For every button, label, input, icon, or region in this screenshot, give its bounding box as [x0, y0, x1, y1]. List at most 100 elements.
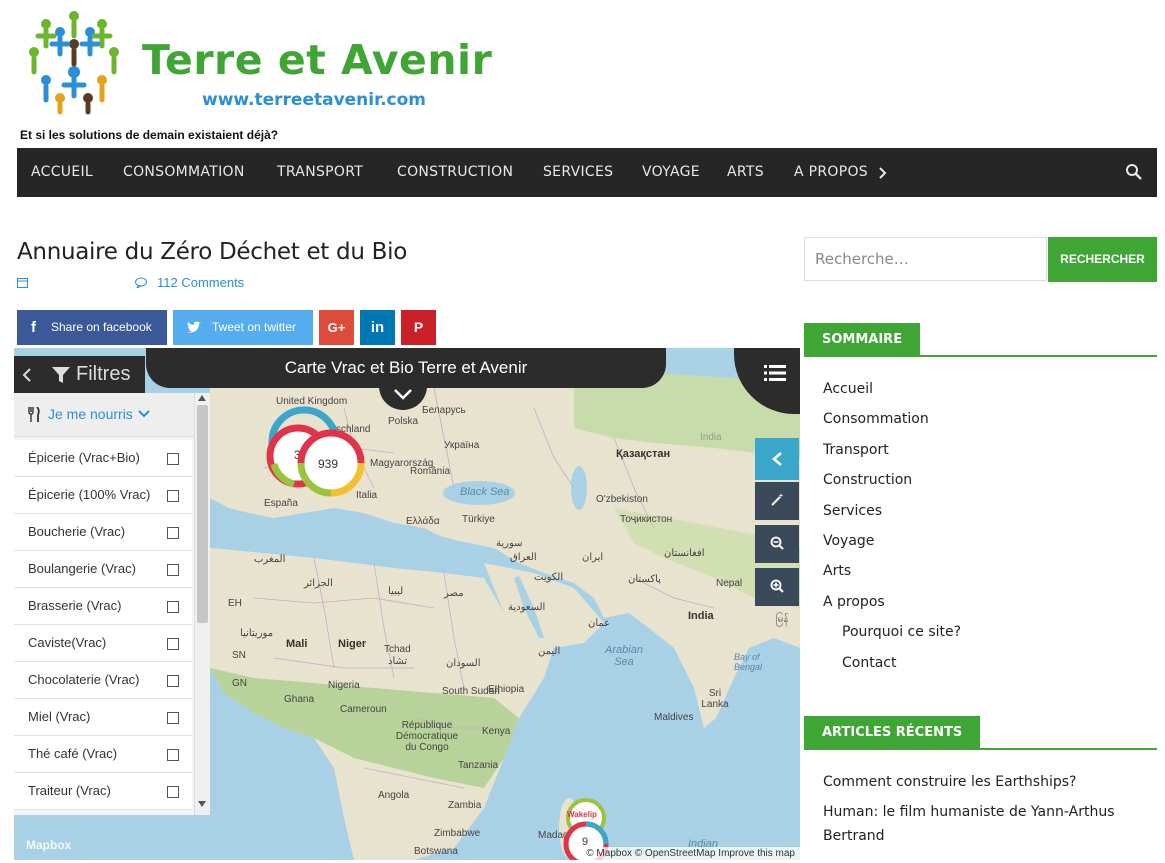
recent-article-link[interactable]: Human: le film humaniste de Yann-Arthus [823, 804, 1114, 820]
map-magic-button[interactable] [755, 482, 799, 520]
filter-item-label: Épicerie (100% Vrac) [28, 487, 151, 502]
filters-scroll-thumb[interactable] [197, 405, 208, 623]
nav-item-a-propos[interactable]: A PROPOS [794, 148, 868, 197]
filter-checkbox[interactable] [167, 638, 179, 650]
filter-checkbox[interactable] [167, 749, 179, 761]
site-tagline: Et si les solutions de demain existaient… [20, 128, 279, 142]
filter-checkbox[interactable] [167, 453, 179, 465]
share-facebook-label: Share on facebook [51, 320, 152, 334]
filter-item[interactable]: Boulangerie (Vrac) [14, 551, 192, 588]
map-label-nepal: Nepal [716, 578, 743, 589]
map-cluster-main-count[interactable]: 939 [318, 457, 338, 471]
share-linkedin-button[interactable]: in [360, 310, 395, 345]
sommaire-link-arts[interactable]: Arts [823, 563, 851, 579]
nav-item-accueil[interactable]: ACCUEIL [31, 148, 93, 197]
filter-item[interactable]: Épicerie (Vrac+Bio) [14, 440, 192, 477]
map-label-arabian-sea: Arabian Sea [605, 644, 643, 668]
filter-checkbox[interactable] [167, 712, 179, 724]
nav-item-voyage[interactable]: VOYAGE [642, 148, 700, 197]
share-twitter-button[interactable]: Tweet on twitter [173, 310, 313, 345]
filter-item[interactable]: Caviste(Vrac) [14, 625, 192, 662]
filters-header[interactable]: Filtres [14, 356, 145, 393]
map-attribution[interactable]: © Mapbox © OpenStreetMap Improve this ma… [581, 847, 800, 860]
filter-checkbox[interactable] [167, 786, 179, 798]
nav-item-transport[interactable]: TRANSPORT [277, 148, 363, 197]
map-label-yemen: اليمن [538, 646, 561, 657]
mapbox-logo[interactable]: Mapbox [26, 838, 71, 852]
map-panel-toggle-button[interactable] [755, 438, 799, 480]
share-pinterest-button[interactable]: P [401, 310, 436, 345]
chevron-down-icon [394, 389, 412, 400]
scroll-up-arrow-icon[interactable] [198, 395, 206, 401]
nav-item-arts[interactable]: ARTS [727, 148, 764, 197]
sommaire-link-transport[interactable]: Transport [823, 442, 889, 458]
search-input[interactable]: Recherche… [804, 237, 1047, 281]
magic-wand-icon [771, 493, 784, 506]
filter-item[interactable]: Boucherie (Vrac) [14, 514, 192, 551]
map-title: Carte Vrac et Bio Terre et Avenir [284, 358, 528, 377]
map-zoom-in-button[interactable] [755, 568, 799, 606]
recent-article-link-cont[interactable]: Bertrand [823, 828, 885, 844]
site-logo-globe[interactable] [16, 2, 132, 118]
sommaire-link-voyage[interactable]: Voyage [823, 533, 874, 549]
filter-item[interactable]: Thé café (Vrac) [14, 736, 192, 773]
filter-item-label: Chocolaterie (Vrac) [28, 672, 140, 687]
map-label-botswana: Botswana [414, 846, 458, 857]
scroll-down-arrow-icon[interactable] [198, 801, 206, 807]
recent-article-link[interactable]: Comment construire les Earthships? [823, 774, 1076, 790]
nav-item-construction[interactable]: CONSTRUCTION [397, 148, 513, 197]
zoom-in-icon [770, 579, 784, 593]
map-zoom-out-button[interactable] [755, 525, 799, 563]
filter-item-label: Thé café (Vrac) [28, 746, 118, 761]
map-label-pakistan: پاکستان [628, 574, 661, 585]
nav-item-consommation[interactable]: CONSOMMATION [123, 148, 245, 197]
filters-panel: Je me nourris Épicerie (Vrac+Bio) Épicer… [14, 393, 210, 815]
twitter-icon [187, 321, 201, 333]
sommaire-link-construction[interactable]: Construction [823, 472, 912, 488]
filter-item[interactable]: Brasserie (Vrac) [14, 588, 192, 625]
nav-item-services[interactable]: SERVICES [543, 148, 613, 197]
filter-item-label: Boulangerie (Vrac) [28, 561, 136, 576]
filter-checkbox[interactable] [167, 601, 179, 613]
sommaire-link-pourquoi[interactable]: Pourquoi ce site? [842, 624, 961, 640]
filter-checkbox[interactable] [167, 490, 179, 502]
filter-category-je-me-nourris[interactable]: Je me nourris [14, 393, 194, 437]
map-label-zimbabwe: Zimbabwe [434, 828, 481, 839]
map-label-zambia: Zambia [448, 800, 482, 811]
map-label-iran: ایران [582, 552, 604, 563]
sommaire-link-services[interactable]: Services [823, 503, 882, 519]
share-gplus-button[interactable]: G+ [319, 310, 354, 345]
page-title: Annuaire du Zéro Déchet et du Bio [17, 239, 407, 265]
comments-count-link[interactable]: 112 Comments [157, 275, 244, 290]
search-icon[interactable] [1125, 163, 1143, 181]
filter-checkbox[interactable] [167, 675, 179, 687]
facebook-icon: f [31, 319, 36, 336]
filter-category-label: Je me nourris [48, 406, 133, 422]
search-button[interactable]: RECHERCHER [1048, 237, 1157, 282]
filter-checkbox[interactable] [167, 527, 179, 539]
filter-checkbox[interactable] [167, 564, 179, 576]
sommaire-link-contact[interactable]: Contact [842, 655, 896, 671]
filter-item[interactable]: Miel (Vrac) [14, 699, 192, 736]
map-label-kazakhstan: Қазақстан [616, 448, 671, 460]
site-brand[interactable]: Terre et Avenir [142, 36, 492, 84]
map-label-ethiopia: Ethiopia [488, 684, 525, 695]
share-facebook-button[interactable]: f Share on facebook [17, 310, 167, 345]
map-label-polska: Polska [388, 416, 419, 427]
sommaire-link-consommation[interactable]: Consommation [823, 411, 929, 427]
sommaire-link-a-propos[interactable]: A propos [823, 594, 885, 610]
map-label-maghrib: المغرب [254, 554, 286, 565]
chevron-down-icon [138, 410, 150, 418]
site-url[interactable]: www.terreetavenir.com [202, 90, 426, 110]
chevron-left-icon [772, 452, 782, 466]
map-widget[interactable]: United Kingdom Polska Беларусь schland У… [14, 348, 800, 860]
chevron-right-icon[interactable] [878, 167, 888, 179]
filters-scrollbar[interactable] [194, 393, 210, 815]
filter-item[interactable]: Épicerie (100% Vrac) [14, 477, 192, 514]
sommaire-link-accueil[interactable]: Accueil [823, 381, 873, 397]
map-marker-wakelip[interactable]: Wakelip [567, 810, 597, 819]
filter-item[interactable]: Traiteur (Vrac) [14, 773, 192, 810]
filter-icon [52, 367, 70, 383]
filter-item[interactable]: Chocolaterie (Vrac) [14, 662, 192, 699]
filter-item-label: Traiteur (Vrac) [28, 783, 111, 798]
